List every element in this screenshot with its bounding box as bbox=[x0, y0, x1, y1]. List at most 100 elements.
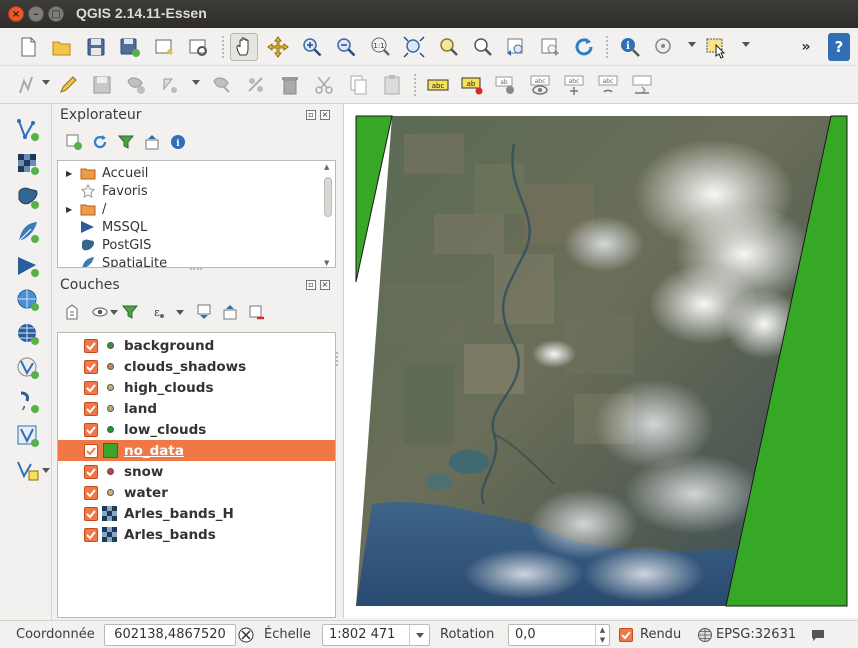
edit-digitize-icon[interactable] bbox=[14, 71, 42, 99]
explorer-item-spatialite[interactable]: SpatiaLite bbox=[58, 254, 167, 267]
explorer-item-postgis[interactable]: PostGIS bbox=[58, 236, 151, 254]
scale-dropdown-icon[interactable] bbox=[409, 625, 429, 645]
add-wms-layer-icon[interactable] bbox=[14, 286, 42, 314]
explorer-item-root[interactable]: ▶ / bbox=[58, 200, 106, 218]
add-delimited-text-icon[interactable]: , bbox=[14, 388, 42, 416]
layer-visibility-checkbox[interactable] bbox=[84, 359, 98, 374]
zoom-to-selection-icon[interactable] bbox=[468, 33, 496, 61]
maximize-window-button[interactable]: □ bbox=[48, 6, 64, 22]
paste-features-icon[interactable] bbox=[378, 71, 406, 99]
save-project-icon[interactable] bbox=[82, 33, 110, 61]
explorer-scrollbar-thumb[interactable] bbox=[324, 177, 332, 217]
copy-features-icon[interactable] bbox=[344, 71, 372, 99]
close-window-button[interactable]: × bbox=[8, 6, 24, 22]
explorer-tree[interactable]: ▶ Accueil Favoris ▶ / MSSQL PostGIS Spat… bbox=[57, 160, 336, 268]
add-wcs-layer-icon[interactable] bbox=[14, 320, 42, 348]
pan-icon[interactable] bbox=[230, 33, 258, 61]
expand-arrow-icon[interactable]: ▶ bbox=[66, 169, 76, 178]
save-edits-icon[interactable] bbox=[88, 71, 116, 99]
explorer-float-button[interactable]: ▫ bbox=[306, 110, 316, 120]
layer-item-high-clouds[interactable]: high_clouds bbox=[58, 377, 335, 398]
layers-close-button[interactable]: × bbox=[320, 280, 330, 290]
explorer-refresh-icon[interactable] bbox=[90, 132, 110, 152]
layers-tree[interactable]: background clouds_shadows high_clouds la… bbox=[57, 332, 336, 618]
layers-float-button[interactable]: ▫ bbox=[306, 280, 316, 290]
layer-item-arles-bands[interactable]: Arles_bands bbox=[58, 524, 335, 545]
layer-visibility-checkbox[interactable] bbox=[84, 422, 98, 437]
pan-to-selection-icon[interactable] bbox=[264, 33, 292, 61]
layer-item-arles-bands-h[interactable]: Arles_bands_H bbox=[58, 503, 335, 524]
toggle-extents-icon[interactable] bbox=[238, 627, 254, 643]
cut-features-icon[interactable] bbox=[310, 71, 338, 99]
manage-map-themes-icon[interactable] bbox=[90, 302, 110, 322]
explorer-properties-icon[interactable]: i bbox=[168, 132, 188, 152]
layer-item-low-clouds[interactable]: low_clouds bbox=[58, 419, 335, 440]
select-features-icon[interactable] bbox=[702, 33, 730, 61]
filter-expression-icon[interactable]: ε bbox=[148, 302, 168, 322]
add-postgis-layer-icon[interactable] bbox=[14, 184, 42, 212]
layer-item-clouds-shadows[interactable]: clouds_shadows bbox=[58, 356, 335, 377]
explorer-item-accueil[interactable]: ▶ Accueil bbox=[58, 164, 148, 182]
label-abc-icon[interactable]: abc bbox=[424, 71, 452, 99]
explorer-close-button[interactable]: × bbox=[320, 110, 330, 120]
add-spatialite-layer-icon[interactable] bbox=[14, 218, 42, 246]
new-print-composer-icon[interactable] bbox=[150, 33, 178, 61]
move-feature-icon[interactable] bbox=[156, 71, 184, 99]
layer-item-water[interactable]: water bbox=[58, 482, 335, 503]
remove-layer-icon[interactable] bbox=[246, 302, 266, 322]
layer-visibility-checkbox[interactable] bbox=[84, 485, 98, 500]
add-wfs-layer-icon[interactable] bbox=[14, 354, 42, 382]
change-label-icon[interactable] bbox=[628, 71, 656, 99]
layer-visibility-checkbox[interactable] bbox=[84, 464, 98, 479]
crs-globe-icon[interactable] bbox=[697, 627, 713, 643]
move-label-icon[interactable]: abc bbox=[560, 71, 588, 99]
help-button[interactable]: ? bbox=[828, 33, 850, 61]
zoom-out-icon[interactable] bbox=[332, 33, 360, 61]
identify-icon[interactable]: i bbox=[616, 33, 644, 61]
show-hide-labels-icon[interactable]: abc bbox=[526, 71, 554, 99]
add-virtual-layer-icon[interactable] bbox=[14, 422, 42, 450]
pin-labels-icon[interactable]: ab bbox=[492, 71, 520, 99]
expand-arrow-icon[interactable]: ▶ bbox=[66, 205, 76, 214]
zoom-next-icon[interactable] bbox=[536, 33, 564, 61]
layer-labeling-icon[interactable]: ab bbox=[458, 71, 486, 99]
explorer-item-favoris[interactable]: Favoris bbox=[58, 182, 148, 200]
explorer-filter-icon[interactable] bbox=[116, 132, 136, 152]
crs-label[interactable]: EPSG:32631 bbox=[716, 627, 796, 642]
new-project-icon[interactable] bbox=[14, 33, 42, 61]
overflow-button[interactable]: » bbox=[792, 33, 820, 61]
layer-item-background[interactable]: background bbox=[58, 335, 335, 356]
delete-selected-icon[interactable] bbox=[242, 71, 270, 99]
expand-all-icon[interactable] bbox=[194, 302, 214, 322]
map-canvas[interactable] bbox=[343, 104, 858, 618]
panel-resize-handle[interactable] bbox=[336, 352, 338, 366]
render-checkbox[interactable] bbox=[619, 628, 633, 642]
layer-item-snow[interactable]: snow bbox=[58, 461, 335, 482]
add-selected-layer-icon[interactable] bbox=[64, 132, 84, 152]
toggle-editing-icon[interactable] bbox=[54, 71, 82, 99]
refresh-icon[interactable] bbox=[570, 33, 598, 61]
layer-item-no-data[interactable]: no_data bbox=[58, 440, 335, 461]
rotation-spinbox[interactable]: 0,0 ▲ ▼ bbox=[508, 624, 610, 646]
composer-manager-icon[interactable] bbox=[184, 33, 212, 61]
measure-icon[interactable] bbox=[650, 33, 678, 61]
node-tool-icon[interactable] bbox=[208, 71, 236, 99]
new-shapefile-icon[interactable] bbox=[14, 456, 42, 484]
zoom-last-icon[interactable] bbox=[502, 33, 530, 61]
collapse-all-icon[interactable] bbox=[142, 132, 162, 152]
minimize-window-button[interactable]: – bbox=[28, 6, 44, 22]
explorer-scrollbar[interactable]: ▲ ▼ bbox=[323, 163, 333, 267]
layer-visibility-checkbox[interactable] bbox=[84, 527, 98, 542]
layer-visibility-checkbox[interactable] bbox=[84, 443, 98, 458]
zoom-native-icon[interactable]: 1:1 bbox=[366, 33, 394, 61]
scale-combo[interactable]: 1:802 471 bbox=[322, 624, 430, 646]
add-feature-icon[interactable] bbox=[122, 71, 150, 99]
add-mssql-layer-icon[interactable] bbox=[14, 252, 42, 280]
zoom-in-icon[interactable] bbox=[298, 33, 326, 61]
add-raster-layer-icon[interactable] bbox=[14, 150, 42, 178]
rotation-spin-arrows[interactable]: ▲ ▼ bbox=[595, 625, 609, 645]
layer-styling-icon[interactable] bbox=[62, 302, 82, 322]
layer-visibility-checkbox[interactable] bbox=[84, 338, 98, 353]
layers-filter-icon[interactable] bbox=[120, 302, 140, 322]
add-vector-layer-icon[interactable] bbox=[14, 116, 42, 144]
